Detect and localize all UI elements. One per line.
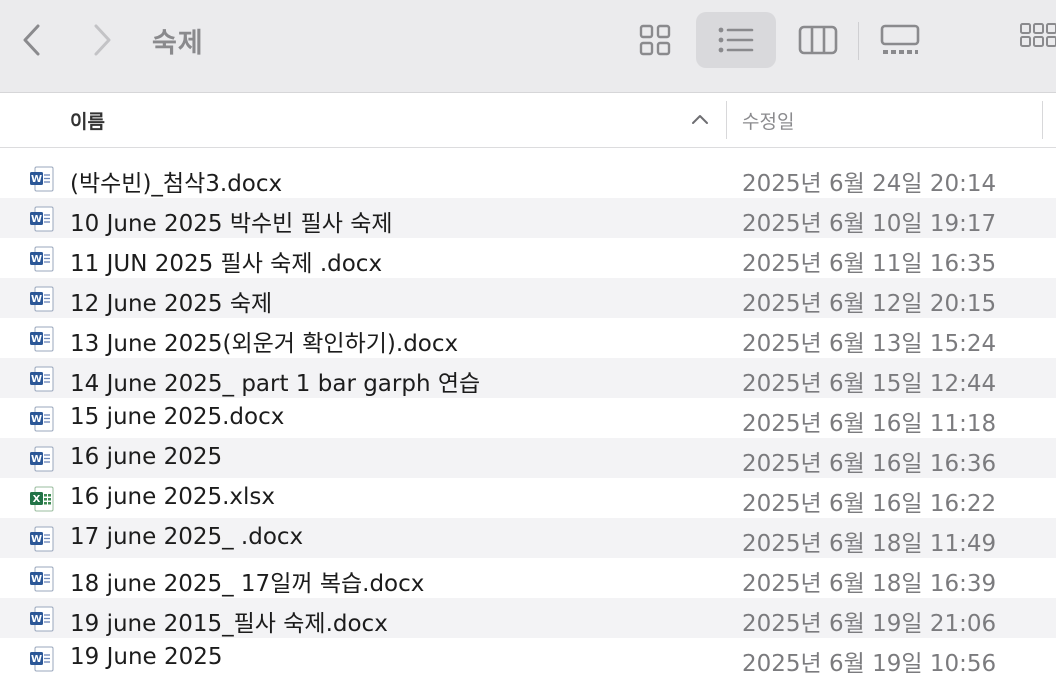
svg-text:W: W <box>31 174 42 185</box>
file-row[interactable]: W 18 june 2025_ 17일꺼 복습.docx 2025년 6월 18… <box>0 558 1056 598</box>
svg-text:W: W <box>31 614 42 625</box>
word-doc-icon: W <box>30 286 54 312</box>
list-header: 이름 수정일 <box>0 93 1056 148</box>
chevron-right-icon <box>94 24 111 56</box>
svg-text:W: W <box>31 254 42 265</box>
file-name: 19 june 2015_필사 숙제.docx <box>70 611 388 637</box>
file-date: 2025년 6월 24일 20:14 <box>742 171 997 197</box>
gallery-view-button[interactable] <box>872 12 928 68</box>
icon-view-icon <box>639 24 671 56</box>
gallery-view-icon <box>880 24 920 54</box>
file-row[interactable]: W 19 June 2025 2025년 6월 19일 10:56 <box>0 638 1056 678</box>
file-date: 2025년 6월 19일 21:06 <box>742 611 997 637</box>
file-row[interactable]: W 11 JUN 2025 필사 숙제 .docx 2025년 6월 11일 1… <box>0 238 1056 278</box>
file-name: 14 June 2025_ part 1 bar garph 연습 <box>70 371 481 397</box>
back-button[interactable] <box>12 20 52 60</box>
forward-button[interactable] <box>82 20 122 60</box>
file-name: 16 june 2025.xlsx <box>70 484 276 510</box>
chevron-left-icon <box>23 24 40 56</box>
file-name: 11 JUN 2025 필사 숙제 .docx <box>70 251 383 277</box>
file-row[interactable]: W 13 June 2025(외운거 확인하기).docx 2025년 6월 1… <box>0 318 1056 358</box>
file-name: 16 june 2025 <box>70 444 223 470</box>
file-name: 17 june 2025_ .docx <box>70 524 304 550</box>
toolbar-separator <box>858 22 859 60</box>
word-doc-icon: W <box>30 166 54 192</box>
file-date: 2025년 6월 10일 19:17 <box>742 211 997 237</box>
file-row[interactable]: W 14 June 2025_ part 1 bar garph 연습 2025… <box>0 358 1056 398</box>
file-row[interactable]: W 16 june 2025 2025년 6월 16일 16:36 <box>0 438 1056 478</box>
list-view-icon <box>718 27 754 53</box>
svg-text:X: X <box>33 494 41 505</box>
group-options-button[interactable] <box>1016 12 1056 68</box>
file-row[interactable]: W 19 june 2015_필사 숙제.docx 2025년 6월 19일 2… <box>0 598 1056 638</box>
svg-text:W: W <box>31 534 42 545</box>
file-date: 2025년 6월 16일 16:36 <box>742 451 997 477</box>
file-row[interactable]: X 16 june 2025.xlsx 2025년 6월 16일 16:22 <box>0 478 1056 518</box>
file-row[interactable]: W (박수빈)_첨삭3.docx 2025년 6월 24일 20:14 <box>0 158 1056 198</box>
svg-text:W: W <box>31 214 42 225</box>
file-date: 2025년 6월 16일 16:22 <box>742 491 997 517</box>
file-name: 13 June 2025(외운거 확인하기).docx <box>70 331 459 357</box>
icon-view-button[interactable] <box>630 12 680 68</box>
word-doc-icon: W <box>30 406 54 432</box>
file-date: 2025년 6월 19일 10:56 <box>742 651 997 677</box>
word-doc-icon: W <box>30 566 54 592</box>
word-doc-icon: W <box>30 526 54 552</box>
column-header-name[interactable]: 이름 <box>70 107 105 134</box>
column-view-button[interactable] <box>790 12 846 68</box>
svg-text:W: W <box>31 374 42 385</box>
grid-group-icon <box>1020 23 1056 47</box>
file-date: 2025년 6월 13일 15:24 <box>742 331 997 357</box>
file-row[interactable]: W 12 June 2025 숙제 2025년 6월 12일 20:15 <box>0 278 1056 318</box>
svg-text:W: W <box>31 654 42 665</box>
file-name: 19 June 2025 <box>70 644 223 670</box>
file-name: 10 June 2025 박수빈 필사 숙제 <box>70 211 393 237</box>
finder-toolbar: 숙제 <box>0 0 1056 93</box>
file-name: 12 June 2025 숙제 <box>70 291 273 317</box>
file-date: 2025년 6월 12일 20:15 <box>742 291 997 317</box>
file-row[interactable]: W 17 june 2025_ .docx 2025년 6월 18일 11:49 <box>0 518 1056 558</box>
column-divider[interactable] <box>1042 101 1043 139</box>
excel-sheet-icon: X <box>30 486 54 512</box>
file-row[interactable]: W 15 june 2025.docx 2025년 6월 16일 11:18 <box>0 398 1056 438</box>
word-doc-icon: W <box>30 366 54 392</box>
svg-text:W: W <box>31 574 42 585</box>
svg-text:W: W <box>31 454 42 465</box>
word-doc-icon: W <box>30 206 54 232</box>
word-doc-icon: W <box>30 326 54 352</box>
sort-ascending-icon[interactable] <box>690 111 710 130</box>
svg-text:W: W <box>31 414 42 425</box>
file-row[interactable]: W 10 June 2025 박수빈 필사 숙제 2025년 6월 10일 19… <box>0 198 1056 238</box>
svg-text:W: W <box>31 294 42 305</box>
file-list: W (박수빈)_첨삭3.docx 2025년 6월 24일 20:14 W 10… <box>0 158 1056 678</box>
word-doc-icon: W <box>30 646 54 672</box>
list-view-button[interactable] <box>696 12 776 68</box>
word-doc-icon: W <box>30 246 54 272</box>
file-date: 2025년 6월 11일 16:35 <box>742 251 997 277</box>
column-divider[interactable] <box>726 101 727 139</box>
file-name: 18 june 2025_ 17일꺼 복습.docx <box>70 571 425 597</box>
file-date: 2025년 6월 16일 11:18 <box>742 411 997 437</box>
file-date: 2025년 6월 18일 16:39 <box>742 571 997 597</box>
column-view-icon <box>798 25 838 55</box>
file-name: (박수빈)_첨삭3.docx <box>70 171 283 197</box>
file-date: 2025년 6월 15일 12:44 <box>742 371 997 397</box>
word-doc-icon: W <box>30 606 54 632</box>
file-name: 15 june 2025.docx <box>70 404 285 430</box>
svg-text:W: W <box>31 334 42 345</box>
window-title: 숙제 <box>152 28 204 59</box>
file-date: 2025년 6월 18일 11:49 <box>742 531 997 557</box>
column-header-date-modified[interactable]: 수정일 <box>742 107 794 134</box>
word-doc-icon: W <box>30 446 54 472</box>
